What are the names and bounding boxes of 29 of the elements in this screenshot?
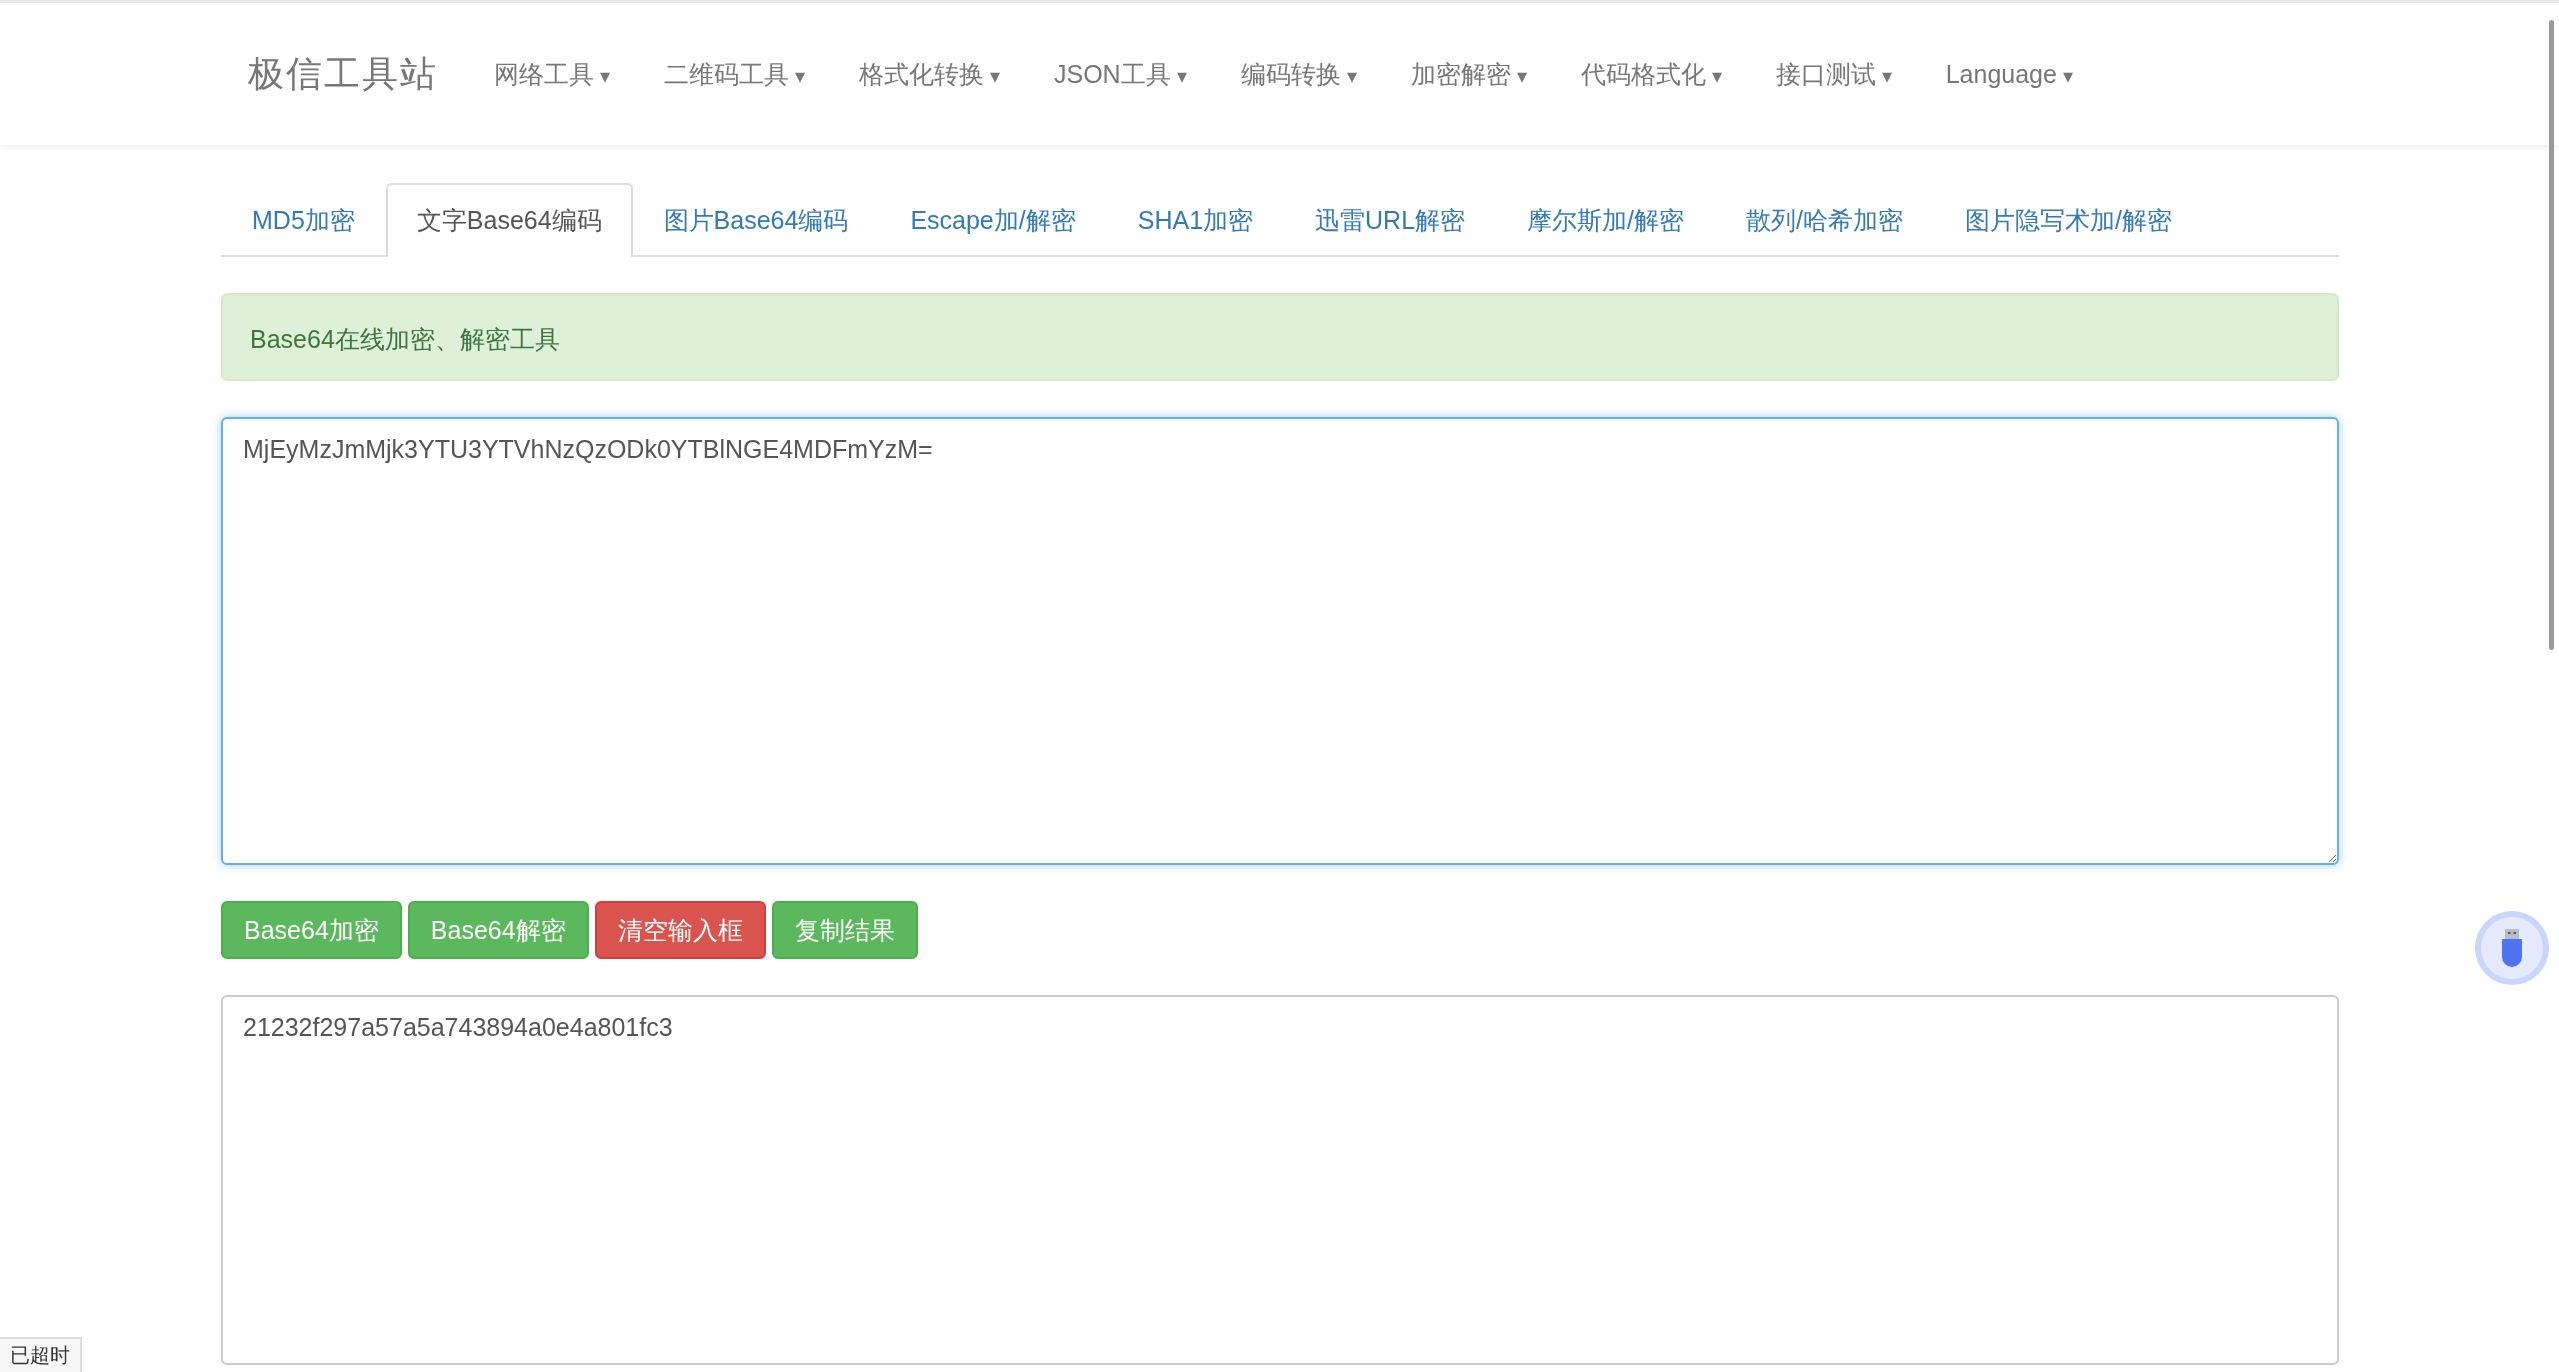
nav-menu[interactable]: 加密解密 ▾	[1383, 57, 1554, 91]
action-button[interactable]: Base64解密	[407, 901, 589, 959]
scrollbar-thumb[interactable]	[2549, 20, 2554, 650]
nav-menu[interactable]: 格式化转换 ▾	[832, 57, 1027, 91]
tab[interactable]: MD5加密	[221, 183, 386, 257]
tab[interactable]: 文字Base64编码	[385, 183, 633, 257]
nav-menu[interactable]: 编码转换 ▾	[1213, 57, 1384, 91]
action-button[interactable]: 复制结果	[771, 901, 918, 959]
output-field[interactable]: 21232f297a57a5a743894a0e4a801fc3	[221, 995, 2339, 1365]
nav-menu[interactable]: 网络工具 ▾	[467, 57, 637, 91]
tab[interactable]: SHA1加密	[1106, 183, 1285, 257]
nav-menu[interactable]: JSON工具 ▾	[1027, 57, 1214, 91]
action-button[interactable]: Base64加密	[221, 901, 402, 959]
tab[interactable]: Escape加/解密	[879, 183, 1107, 257]
nav-menu[interactable]: 接口测试 ▾	[1748, 57, 1919, 91]
nav-menu[interactable]: Language ▾	[1918, 59, 2100, 89]
tab[interactable]: 摩尔斯加/解密	[1496, 183, 1715, 257]
tab[interactable]: 散列/哈希加密	[1715, 183, 1934, 257]
input-field[interactable]: MjEyMzJmMjk3YTU3YTVhNzQzODk0YTBlNGE4MDFmYzM=	[221, 417, 2339, 865]
tab[interactable]: 迅雷URL解密	[1284, 183, 1497, 257]
site-brand[interactable]: 极信工具站	[221, 49, 467, 99]
status-bubble: 已超时	[0, 1337, 82, 1372]
usb-drive-icon[interactable]	[2474, 910, 2550, 986]
tab[interactable]: 图片Base64编码	[632, 183, 880, 257]
action-button[interactable]: 清空输入框	[594, 901, 766, 959]
nav-menu[interactable]: 代码格式化 ▾	[1553, 57, 1749, 91]
info-alert: Base64在线加密、解密工具	[221, 293, 2339, 381]
nav-menu[interactable]: 二维码工具 ▾	[637, 57, 832, 91]
tab[interactable]: 图片隐写术加/解密	[1933, 183, 2203, 257]
